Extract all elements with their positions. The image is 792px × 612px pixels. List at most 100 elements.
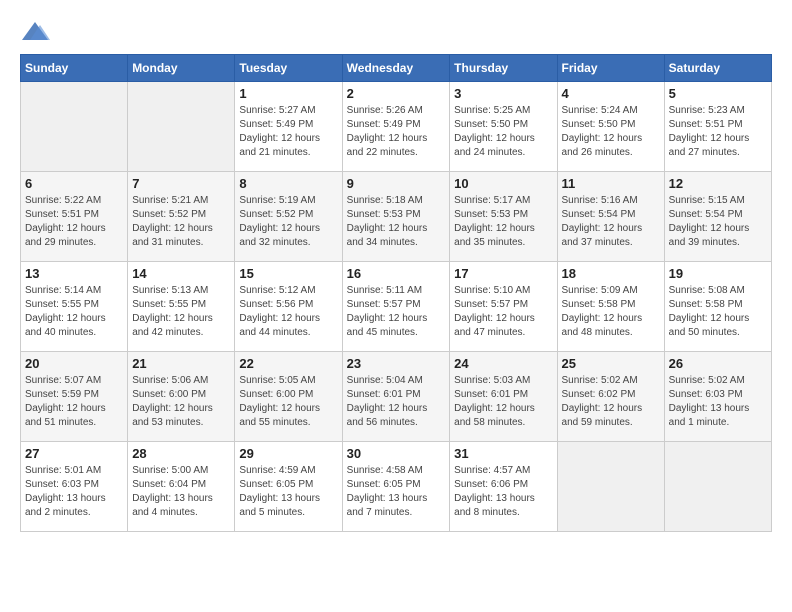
day-info: Sunrise: 5:06 AMSunset: 6:00 PMDaylight:… <box>132 374 230 430</box>
day-number: 14 <box>132 266 230 281</box>
day-info: Sunrise: 5:14 AMSunset: 5:55 PMDaylight:… <box>25 284 123 340</box>
day-number: 17 <box>454 266 552 281</box>
calendar-table: SundayMondayTuesdayWednesdayThursdayFrid… <box>20 54 772 532</box>
day-number: 30 <box>347 446 446 461</box>
day-number: 5 <box>669 86 767 101</box>
day-info: Sunrise: 5:24 AMSunset: 5:50 PMDaylight:… <box>562 104 660 160</box>
calendar-cell: 1Sunrise: 5:27 AMSunset: 5:49 PMDaylight… <box>235 82 342 172</box>
day-info: Sunrise: 5:19 AMSunset: 5:52 PMDaylight:… <box>239 194 337 250</box>
day-number: 25 <box>562 356 660 371</box>
day-number: 28 <box>132 446 230 461</box>
calendar-header-row: SundayMondayTuesdayWednesdayThursdayFrid… <box>21 55 772 82</box>
column-header-saturday: Saturday <box>664 55 771 82</box>
day-number: 3 <box>454 86 552 101</box>
day-info: Sunrise: 5:22 AMSunset: 5:51 PMDaylight:… <box>25 194 123 250</box>
calendar-cell: 11 Sunrise: 5:16 AMSunset: 5:54 PMDayligh… <box>557 172 664 262</box>
calendar-cell: 15Sunrise: 5:12 AMSunset: 5:56 PMDayligh… <box>235 262 342 352</box>
calendar-cell: 30 Sunrise: 4:58 AMSunset: 6:05 PMDayligh… <box>342 442 450 532</box>
day-info: Sunrise: 5:03 AMSunset: 6:01 PMDaylight:… <box>454 374 552 430</box>
calendar-week-2: 6 Sunrise: 5:22 AMSunset: 5:51 PMDaylight… <box>21 172 772 262</box>
day-number: 6 <box>25 176 123 191</box>
calendar-cell: 3Sunrise: 5:25 AMSunset: 5:50 PMDaylight… <box>450 82 557 172</box>
logo-icon <box>20 20 50 44</box>
day-number: 8 <box>239 176 337 191</box>
calendar-body: 1Sunrise: 5:27 AMSunset: 5:49 PMDaylight… <box>21 82 772 532</box>
column-header-sunday: Sunday <box>21 55 128 82</box>
day-info: Sunrise: 5:16 AMSunset: 5:54 PMDaylight:… <box>562 194 660 250</box>
column-header-friday: Friday <box>557 55 664 82</box>
calendar-week-3: 13 Sunrise: 5:14 AMSunset: 5:55 PMDayligh… <box>21 262 772 352</box>
calendar-cell: 27Sunrise: 5:01 AMSunset: 6:03 PMDayligh… <box>21 442 128 532</box>
day-info: Sunrise: 5:13 AMSunset: 5:55 PMDaylight:… <box>132 284 230 340</box>
calendar-week-4: 20 Sunrise: 5:07 AMSunset: 5:59 PMDayligh… <box>21 352 772 442</box>
day-info: Sunrise: 5:04 AMSunset: 6:01 PMDaylight:… <box>347 374 446 430</box>
calendar-cell: 23 Sunrise: 5:04 AMSunset: 6:01 PMDayligh… <box>342 352 450 442</box>
day-info: Sunrise: 5:01 AMSunset: 6:03 PMDaylight:… <box>25 464 123 520</box>
calendar-cell: 8 Sunrise: 5:19 AMSunset: 5:52 PMDaylight… <box>235 172 342 262</box>
day-info: Sunrise: 5:17 AMSunset: 5:53 PMDaylight:… <box>454 194 552 250</box>
day-number: 9 <box>347 176 446 191</box>
calendar-cell: 17Sunrise: 5:10 AMSunset: 5:57 PMDayligh… <box>450 262 557 352</box>
day-number: 11 <box>562 176 660 191</box>
day-number: 13 <box>25 266 123 281</box>
column-header-thursday: Thursday <box>450 55 557 82</box>
day-number: 26 <box>669 356 767 371</box>
day-number: 19 <box>669 266 767 281</box>
calendar-cell: 22Sunrise: 5:05 AMSunset: 6:00 PMDayligh… <box>235 352 342 442</box>
day-number: 21 <box>132 356 230 371</box>
day-info: Sunrise: 5:00 AMSunset: 6:04 PMDaylight:… <box>132 464 230 520</box>
calendar-cell: 29 Sunrise: 4:59 AMSunset: 6:05 PMDayligh… <box>235 442 342 532</box>
day-number: 1 <box>239 86 337 101</box>
column-header-wednesday: Wednesday <box>342 55 450 82</box>
day-number: 29 <box>239 446 337 461</box>
calendar-cell: 5 Sunrise: 5:23 AMSunset: 5:51 PMDaylight… <box>664 82 771 172</box>
day-info: Sunrise: 5:15 AMSunset: 5:54 PMDaylight:… <box>669 194 767 250</box>
day-number: 12 <box>669 176 767 191</box>
day-number: 23 <box>347 356 446 371</box>
day-number: 2 <box>347 86 446 101</box>
calendar-cell: 26 Sunrise: 5:02 AMSunset: 6:03 PMDayligh… <box>664 352 771 442</box>
calendar-cell: 24 Sunrise: 5:03 AMSunset: 6:01 PMDayligh… <box>450 352 557 442</box>
day-number: 22 <box>239 356 337 371</box>
calendar-week-1: 1Sunrise: 5:27 AMSunset: 5:49 PMDaylight… <box>21 82 772 172</box>
day-info: Sunrise: 5:26 AMSunset: 5:49 PMDaylight:… <box>347 104 446 160</box>
calendar-cell: 25 Sunrise: 5:02 AMSunset: 6:02 PMDayligh… <box>557 352 664 442</box>
day-number: 20 <box>25 356 123 371</box>
calendar-cell: 7Sunrise: 5:21 AMSunset: 5:52 PMDaylight… <box>128 172 235 262</box>
day-number: 31 <box>454 446 552 461</box>
day-info: Sunrise: 5:23 AMSunset: 5:51 PMDaylight:… <box>669 104 767 160</box>
day-info: Sunrise: 4:57 AMSunset: 6:06 PMDaylight:… <box>454 464 552 520</box>
day-number: 16 <box>347 266 446 281</box>
day-number: 18 <box>562 266 660 281</box>
day-info: Sunrise: 5:11 AMSunset: 5:57 PMDaylight:… <box>347 284 446 340</box>
logo <box>20 20 54 44</box>
calendar-cell: 6 Sunrise: 5:22 AMSunset: 5:51 PMDaylight… <box>21 172 128 262</box>
calendar-week-5: 27Sunrise: 5:01 AMSunset: 6:03 PMDayligh… <box>21 442 772 532</box>
column-header-tuesday: Tuesday <box>235 55 342 82</box>
day-number: 24 <box>454 356 552 371</box>
calendar-cell: 10 Sunrise: 5:17 AMSunset: 5:53 PMDayligh… <box>450 172 557 262</box>
calendar-cell: 14 Sunrise: 5:13 AMSunset: 5:55 PMDayligh… <box>128 262 235 352</box>
day-number: 10 <box>454 176 552 191</box>
calendar-cell: 21 Sunrise: 5:06 AMSunset: 6:00 PMDayligh… <box>128 352 235 442</box>
header <box>20 20 772 44</box>
calendar-cell: 9 Sunrise: 5:18 AMSunset: 5:53 PMDaylight… <box>342 172 450 262</box>
calendar-cell: 28 Sunrise: 5:00 AMSunset: 6:04 PMDayligh… <box>128 442 235 532</box>
day-number: 4 <box>562 86 660 101</box>
calendar-cell <box>664 442 771 532</box>
day-info: Sunrise: 4:59 AMSunset: 6:05 PMDaylight:… <box>239 464 337 520</box>
day-info: Sunrise: 5:02 AMSunset: 6:03 PMDaylight:… <box>669 374 767 430</box>
day-info: Sunrise: 5:18 AMSunset: 5:53 PMDaylight:… <box>347 194 446 250</box>
calendar-cell: 13 Sunrise: 5:14 AMSunset: 5:55 PMDayligh… <box>21 262 128 352</box>
day-info: Sunrise: 5:07 AMSunset: 5:59 PMDaylight:… <box>25 374 123 430</box>
calendar-cell: 31 Sunrise: 4:57 AMSunset: 6:06 PMDayligh… <box>450 442 557 532</box>
day-info: Sunrise: 5:12 AMSunset: 5:56 PMDaylight:… <box>239 284 337 340</box>
day-number: 7 <box>132 176 230 191</box>
day-info: Sunrise: 5:02 AMSunset: 6:02 PMDaylight:… <box>562 374 660 430</box>
calendar-cell: 12 Sunrise: 5:15 AMSunset: 5:54 PMDayligh… <box>664 172 771 262</box>
day-info: Sunrise: 4:58 AMSunset: 6:05 PMDaylight:… <box>347 464 446 520</box>
day-info: Sunrise: 5:08 AMSunset: 5:58 PMDaylight:… <box>669 284 767 340</box>
calendar-cell: 20 Sunrise: 5:07 AMSunset: 5:59 PMDayligh… <box>21 352 128 442</box>
calendar-cell: 2 Sunrise: 5:26 AMSunset: 5:49 PMDaylight… <box>342 82 450 172</box>
column-header-monday: Monday <box>128 55 235 82</box>
